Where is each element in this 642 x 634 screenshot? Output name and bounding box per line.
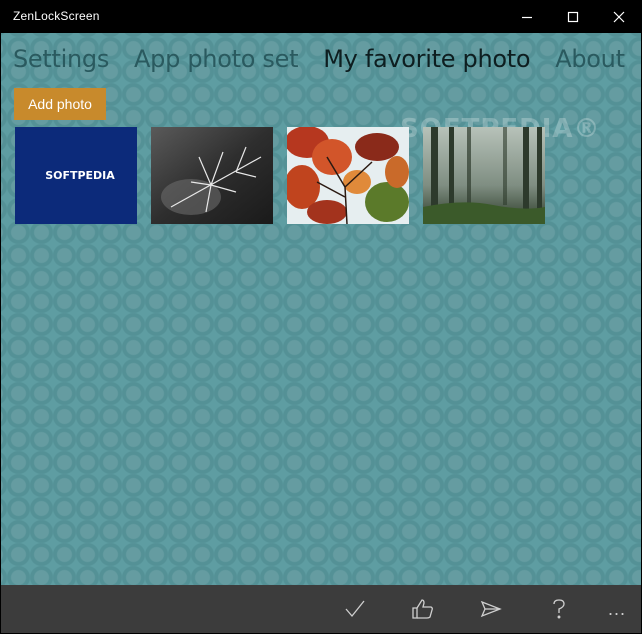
main-content: Settings App photo set My favorite photo… xyxy=(1,33,641,585)
photo-grid: SOFTPEDIA xyxy=(15,127,559,224)
tab-bar: Settings App photo set My favorite photo… xyxy=(13,44,642,76)
minimize-button[interactable] xyxy=(504,0,550,33)
tab-about[interactable]: About xyxy=(555,44,625,76)
help-icon xyxy=(553,599,565,619)
checkmark-icon xyxy=(345,600,365,618)
command-bar: ... xyxy=(1,585,641,633)
more-icon: ... xyxy=(607,598,626,619)
close-button[interactable] xyxy=(596,0,642,33)
apply-button[interactable] xyxy=(331,585,379,633)
more-button[interactable]: ... xyxy=(593,585,641,633)
softpedia-logo-image: SOFTPEDIA xyxy=(15,127,137,224)
tab-app-photo-set[interactable]: App photo set xyxy=(134,44,298,76)
share-button[interactable] xyxy=(467,585,515,633)
softpedia-logo-text: SOFTPEDIA xyxy=(45,169,115,182)
frost-thorns-image xyxy=(151,127,273,224)
autumn-leaves-image xyxy=(287,127,409,224)
photo-thumbnail-softpedia[interactable]: SOFTPEDIA xyxy=(15,127,137,224)
misty-forest-image xyxy=(423,127,545,224)
tab-settings[interactable]: Settings xyxy=(13,44,109,76)
photo-thumbnail-autumn-leaves[interactable] xyxy=(287,127,409,224)
maximize-button[interactable] xyxy=(550,0,596,33)
app-window: ZenLockScreen Settings App photo set My … xyxy=(0,0,642,634)
close-icon xyxy=(613,11,625,22)
add-photo-button[interactable]: Add photo xyxy=(14,88,106,120)
window-title: ZenLockScreen xyxy=(13,9,100,23)
maximize-icon xyxy=(567,11,579,22)
tab-my-favorite-photo[interactable]: My favorite photo xyxy=(323,44,530,76)
title-bar: ZenLockScreen xyxy=(0,0,642,33)
send-icon xyxy=(480,600,502,618)
thumbs-up-icon xyxy=(412,599,433,619)
photo-thumbnail-misty-forest[interactable] xyxy=(423,127,545,224)
help-button[interactable] xyxy=(535,585,583,633)
minimize-icon xyxy=(522,16,532,18)
photo-thumbnail-frost-thorns[interactable] xyxy=(151,127,273,224)
like-button[interactable] xyxy=(399,585,447,633)
